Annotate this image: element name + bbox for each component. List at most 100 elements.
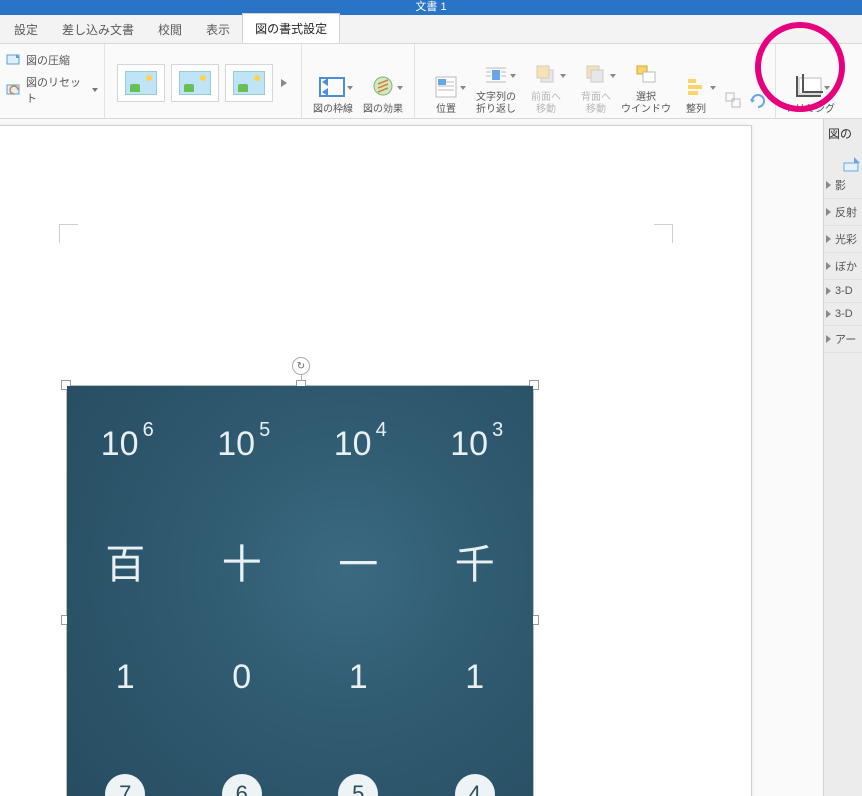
pic-cell: 一 [300, 503, 417, 620]
expand-icon [826, 262, 831, 270]
document-canvas[interactable]: ↻ 106 105 104 103 百 十 一 千 1 [0, 119, 823, 796]
chevron-down-icon [347, 86, 353, 90]
wrap-text-icon [478, 58, 514, 92]
taskpane-item-soft-edges[interactable]: ぼか [824, 253, 862, 280]
wrap-text-label: 文字列の 折り返し [476, 92, 516, 118]
rotate-button-stub[interactable] [747, 48, 769, 118]
pic-cell: 4 [417, 736, 534, 796]
tab-review[interactable]: 校閲 [146, 15, 194, 43]
reset-icon [6, 82, 22, 98]
picture-border-label: 図の枠線 [313, 104, 353, 118]
pic-cell: 十 [184, 503, 301, 620]
ribbon-group-styles [105, 44, 302, 118]
pic-cell: 5 [300, 736, 417, 796]
taskpane-item-artistic[interactable]: アー [824, 326, 862, 353]
pic-cell: 6 [184, 736, 301, 796]
expand-icon [826, 287, 831, 295]
margin-corner-tl [59, 224, 78, 243]
ribbon: 図の圧縮 図のリセット 図の枠線 [0, 44, 862, 119]
rotate-handle[interactable]: ↻ [292, 357, 310, 375]
chevron-down-icon [610, 74, 616, 78]
style-thumb-2[interactable] [171, 64, 219, 102]
chevron-down-icon [397, 86, 403, 90]
bring-forward-button[interactable]: 前面へ 移動 [521, 48, 571, 118]
bring-forward-label: 前面へ 移動 [531, 92, 561, 118]
selection-pane-label: 選択 ウインドウ [621, 92, 671, 118]
ribbon-group-crop: トリミング [776, 44, 844, 118]
picture-effects-label: 図の効果 [363, 104, 403, 118]
compress-icon [6, 52, 22, 68]
position-button[interactable]: 位置 [421, 48, 471, 118]
picture-border-icon [315, 70, 351, 104]
align-icon [678, 70, 714, 104]
chevron-down-icon [92, 88, 98, 92]
picture-effects-button[interactable]: 図の効果 [358, 48, 408, 118]
reset-picture-button[interactable]: 図のリセット [6, 74, 98, 106]
pic-cell: 105 [184, 386, 301, 503]
chevron-down-icon [560, 74, 566, 78]
expand-icon [826, 235, 831, 243]
ribbon-group-arrange: 位置 文字列の 折り返し 前面へ 移動 背面へ 移動 [415, 44, 776, 118]
align-button[interactable]: 整列 [671, 48, 721, 118]
pic-cell: 106 [67, 386, 184, 503]
wrap-text-button[interactable]: 文字列の 折り返し [471, 48, 521, 118]
tab-mail-merge[interactable]: 差し込み文書 [50, 15, 146, 43]
tab-settings[interactable]: 設定 [2, 15, 50, 43]
format-picture-taskpane: 図の 影 反射 光彩 ぼか 3-D 3-D アー [823, 119, 862, 796]
compress-label: 図の圧縮 [26, 52, 70, 68]
style-thumb-1[interactable] [117, 64, 165, 102]
tab-picture-format[interactable]: 図の書式設定 [242, 13, 340, 43]
margin-corner-tr [654, 224, 673, 243]
taskpane-title: 図の [824, 119, 862, 148]
reset-label: 図のリセット [26, 74, 86, 106]
expand-icon [826, 208, 831, 216]
position-label: 位置 [436, 104, 456, 118]
picture-effects-icon [365, 70, 401, 104]
expand-icon [826, 335, 831, 343]
tab-view[interactable]: 表示 [194, 15, 242, 43]
taskpane-item-glow[interactable]: 光彩 [824, 226, 862, 253]
pic-cell: 千 [417, 503, 534, 620]
selected-picture[interactable]: ↻ 106 105 104 103 百 十 一 千 1 [66, 385, 534, 796]
document-title: 文書 1 [415, 1, 446, 13]
expand-icon [826, 181, 831, 189]
style-thumb-3[interactable] [225, 64, 273, 102]
bring-forward-icon [528, 58, 564, 92]
pic-cell: 1 [300, 619, 417, 736]
pic-cell: 1 [417, 619, 534, 736]
selection-pane-icon [628, 58, 664, 92]
taskpane-item-3d-rotation[interactable]: 3-D [824, 303, 862, 326]
crop-label: トリミング [785, 104, 835, 118]
gallery-more-button[interactable] [279, 77, 289, 89]
ribbon-group-adjust: 図の圧縮 図のリセット [0, 44, 105, 118]
titlebar: 文書 1 [0, 0, 862, 15]
taskpane-item-reflection[interactable]: 反射 [824, 199, 862, 226]
position-icon [428, 70, 464, 104]
rotate-icon [740, 84, 776, 118]
expand-icon [826, 310, 831, 318]
picture-border-button[interactable]: 図の枠線 [308, 48, 358, 118]
pic-cell: 百 [67, 503, 184, 620]
taskpane-list: 影 反射 光彩 ぼか 3-D 3-D アー [824, 172, 862, 353]
ribbon-group-border-effects: 図の枠線 図の効果 [302, 44, 415, 118]
align-label: 整列 [686, 104, 706, 118]
crop-icon [792, 70, 828, 104]
pic-cell: 0 [184, 619, 301, 736]
selection-pane-button[interactable]: 選択 ウインドウ [621, 48, 671, 118]
pic-cell: 7 [67, 736, 184, 796]
picture-style-gallery[interactable] [111, 60, 295, 106]
taskpane-item-3d-format[interactable]: 3-D [824, 280, 862, 303]
pic-cell: 104 [300, 386, 417, 503]
compress-pictures-button[interactable]: 図の圧縮 [6, 52, 98, 68]
taskpane-tool-icon[interactable] [840, 153, 862, 180]
workspace: ↻ 106 105 104 103 百 十 一 千 1 [0, 119, 862, 796]
pic-cell: 103 [417, 386, 534, 503]
picture-content: 106 105 104 103 百 十 一 千 1 0 1 1 7 6 5 4 [67, 386, 533, 796]
crop-button[interactable]: トリミング [782, 48, 838, 118]
pic-cell: 1 [67, 619, 184, 736]
ribbon-tabs: 設定 差し込み文書 校閲 表示 図の書式設定 [0, 15, 862, 44]
send-backward-button[interactable]: 背面へ 移動 [571, 48, 621, 118]
chevron-down-icon [460, 86, 466, 90]
send-backward-label: 背面へ 移動 [581, 92, 611, 118]
chevron-down-icon [824, 86, 830, 90]
